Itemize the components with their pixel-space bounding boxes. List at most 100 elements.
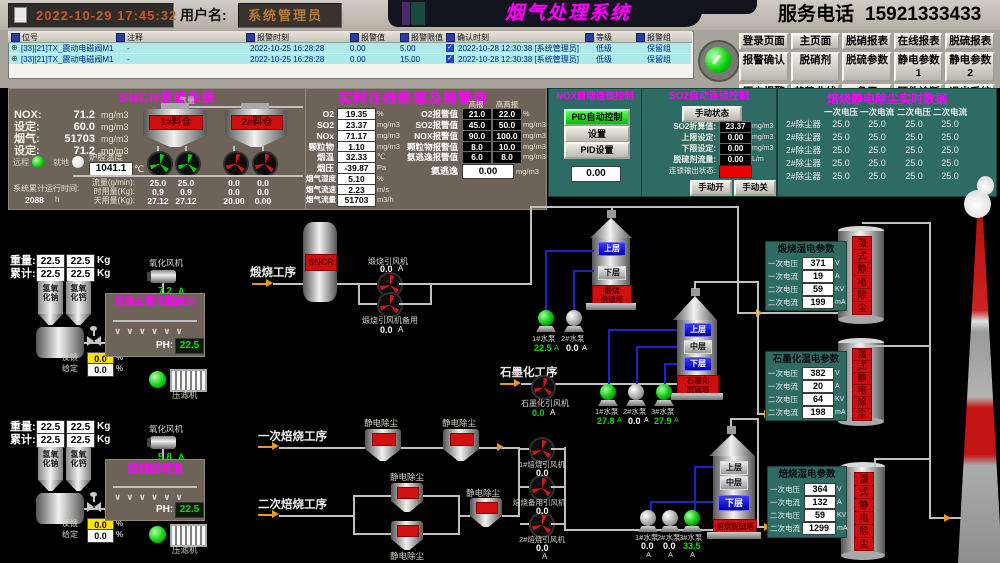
esp-hopper-cone [391, 539, 423, 550]
wesp-row-unit: mA [835, 299, 846, 306]
valve-icon[interactable] [87, 502, 94, 512]
nav-esp-params-2[interactable]: 静电参数2 [945, 52, 995, 82]
wesp-row-label: 一次电压 [768, 370, 798, 378]
motor-cap [147, 438, 151, 447]
filter-press-icon[interactable] [170, 369, 207, 392]
nav-esp-params-1[interactable]: 静电参数1 [894, 52, 944, 82]
alarm-col-ack[interactable]: 确认时刻 [457, 34, 489, 42]
alarm-col-note[interactable]: 注释 [127, 34, 143, 42]
manual-open-button[interactable]: 手动开 [690, 180, 732, 196]
alarm-time: 2022-10-25 16:28:28 [250, 56, 324, 64]
nox-output-value: 0.00 [571, 166, 621, 182]
ammonia-escape-unit: mg/m3 [516, 168, 539, 176]
valve-knob [90, 326, 97, 331]
bake-id-fan-standby-current: 0.0 [536, 507, 549, 516]
nav-alarm-ack[interactable]: 报警确认 [739, 52, 789, 82]
rt-alarm-unit: mg/m3 [523, 121, 546, 129]
pid-set-button[interactable]: PID设置 [564, 142, 630, 159]
filter-press-icon[interactable] [170, 524, 207, 547]
alarm-time: 2022-10-25 16:28:28 [250, 45, 324, 53]
wesp-row-value: 198 [802, 406, 834, 419]
tower2-upper-band: 上层 [684, 323, 712, 337]
tower2-pump-3[interactable] [656, 384, 672, 400]
calcine-id-fan-standby-icon[interactable] [377, 292, 403, 318]
pipe [530, 206, 532, 285]
silo-1-label: 1#料仓 [149, 115, 203, 130]
nav-login[interactable]: 登录页面 [739, 33, 789, 50]
wesp-row-label: 一次电压 [770, 486, 800, 494]
nav-home[interactable]: 主页面 [791, 33, 841, 50]
esp-val: 25.0 [896, 172, 932, 181]
alarm-group: 保留组 [647, 45, 671, 53]
wesp-row-label: 二次电流 [768, 299, 798, 307]
wesp-row-unit: KV [835, 286, 844, 293]
manual-mode-button[interactable]: 手动状态 [682, 106, 742, 122]
col-icon [400, 33, 409, 42]
esp-hopper-cone [391, 501, 423, 512]
alarm-col-tag[interactable]: 位号 [22, 34, 38, 42]
valve-icon[interactable] [87, 336, 94, 346]
nav-desulf-report[interactable]: 脱硫报表 [945, 33, 995, 50]
pump-unit: A [554, 344, 559, 352]
tower1-lower-band: 下层 [598, 266, 626, 280]
tower1-pump-2[interactable] [566, 310, 582, 326]
runtime-value: 2088 [25, 196, 44, 205]
total-label: 累计: [10, 435, 36, 446]
tower3-pump-2[interactable] [662, 510, 678, 526]
rt-alarm-highhigh: 8.0 [492, 151, 522, 164]
calcine-id-fan-standby-current: 0.0 [380, 326, 393, 335]
alarm-col-group[interactable]: 报警组 [647, 34, 671, 42]
oxidation-fan-motor-icon[interactable] [150, 270, 176, 283]
tower3-base [707, 532, 761, 539]
alarm-col-limit[interactable]: 报警限值 [411, 34, 443, 42]
realtime-panel: 实时在线数据及报警值 O2 19.35 % SO2 23.37 mg/m3 NO… [305, 88, 547, 210]
esp-val: 25.0 [896, 146, 932, 155]
usage-value: 0.00 [248, 197, 278, 206]
valve-icon[interactable] [94, 336, 101, 346]
nav-online-report[interactable]: 在线报表 [894, 33, 944, 50]
alarm-col-time[interactable]: 报警时刻 [257, 34, 289, 42]
pipe [530, 206, 739, 208]
fan-blades [532, 478, 552, 498]
manual-close-button[interactable]: 手动关 [734, 180, 776, 196]
rt-unit: % [377, 175, 384, 183]
valve-icon[interactable] [94, 502, 101, 512]
graphitization-id-fan-icon[interactable] [531, 375, 556, 400]
feedback-label: 反馈 [62, 520, 78, 528]
interlock-status-lamp [719, 165, 752, 178]
tower1-base [586, 303, 636, 310]
local-label: 就地 [53, 159, 69, 167]
tower1-pump-1[interactable] [538, 310, 554, 326]
nav-desulf-params[interactable]: 脱硫参数 [842, 52, 892, 82]
feeder-fan-1-icon[interactable] [147, 151, 173, 177]
calcine-id-fan-standby-unit: A [398, 326, 403, 334]
so2-row-label: 脱硫剂流量: [642, 156, 716, 164]
set-button[interactable]: 设置 [564, 126, 630, 143]
pid-auto-button[interactable]: PID自动控制 [564, 109, 630, 126]
tower2-pump-2[interactable] [628, 384, 644, 400]
esp-val: 25.0 [823, 146, 859, 155]
alarm-note: - [127, 45, 130, 53]
tower2-pump-1[interactable] [600, 384, 616, 400]
alarm-col-value[interactable]: 报警值 [361, 34, 385, 42]
wesp-char: 除 [854, 524, 874, 538]
usage-value: 27.12 [171, 197, 201, 206]
pipe [430, 285, 432, 305]
feeder-fan-4-icon[interactable] [252, 151, 278, 177]
tower3-pump-3[interactable] [684, 510, 700, 526]
tower1-nozzle [607, 210, 616, 218]
esp-hopper-cone [443, 449, 479, 461]
feeder-fan-2-icon[interactable] [175, 151, 201, 177]
tower3-pump-1[interactable] [640, 510, 656, 526]
pipe [739, 312, 839, 314]
pump-unit: A [674, 417, 679, 424]
nav-denox-agent[interactable]: 脱硝剂 [791, 52, 841, 82]
nav-denox-report[interactable]: 脱硝报表 [842, 33, 892, 50]
pump-unit: A [690, 551, 695, 559]
water-pipe [664, 363, 677, 365]
inlet-arrow-line [252, 283, 266, 285]
alarm-col-level[interactable]: 等级 [596, 34, 612, 42]
feeder-fan-3-icon[interactable] [223, 151, 249, 177]
pipe [865, 345, 931, 347]
oxidation-fan-motor-icon[interactable] [150, 436, 176, 449]
